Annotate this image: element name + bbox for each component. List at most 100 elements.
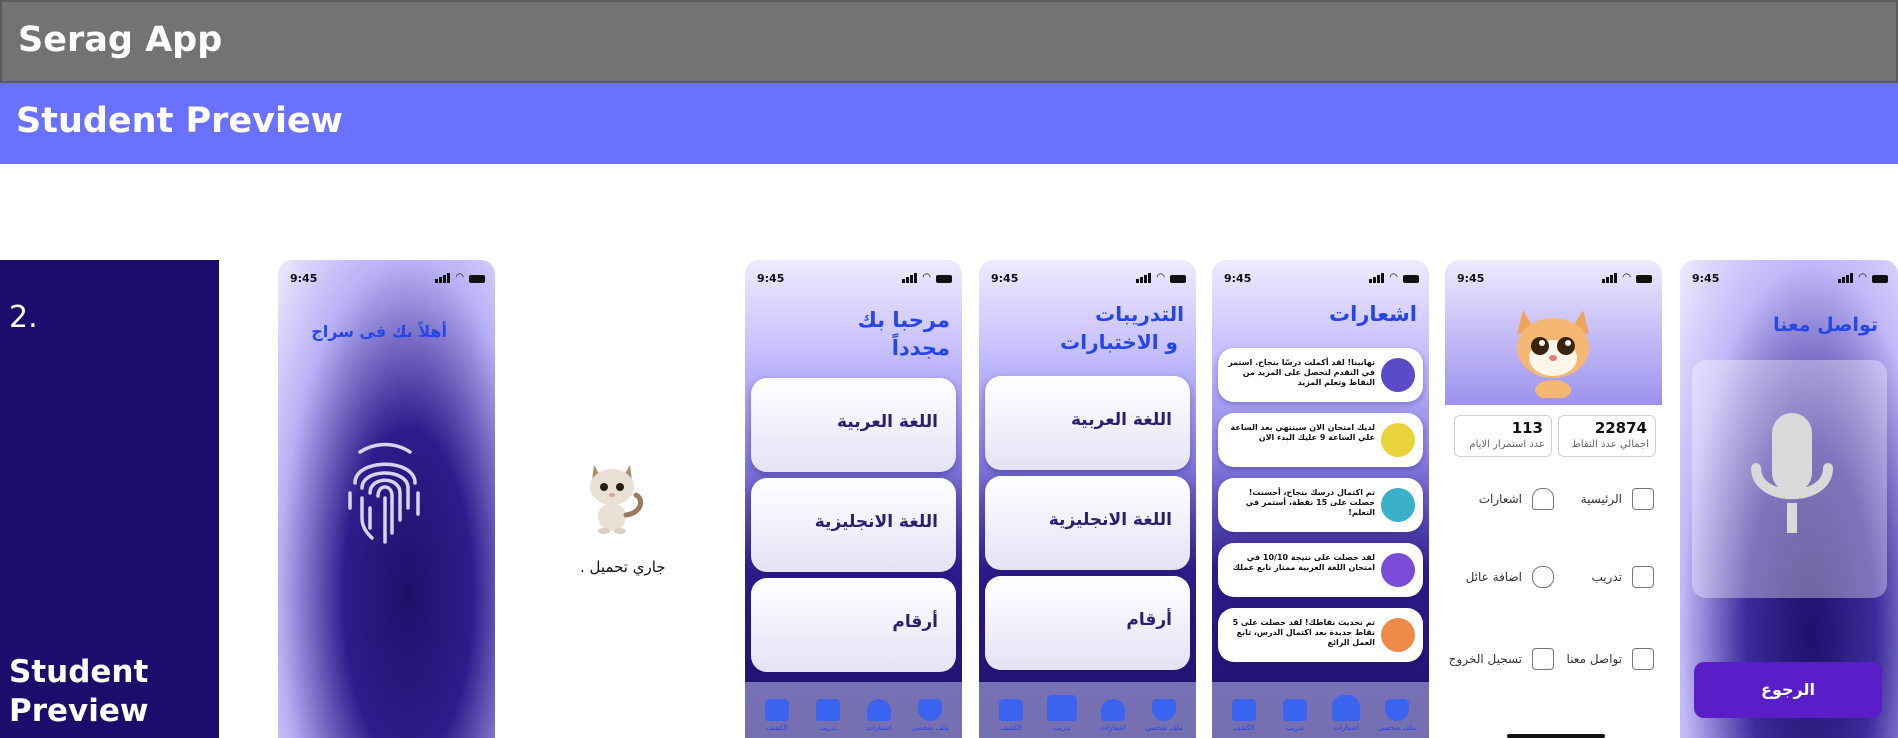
training-title-line1: التدريبات (1095, 302, 1184, 326)
notification-item[interactable]: تم اكتمال درسك بنجاح، أحسنت! حصلت على 15… (1218, 478, 1423, 532)
card-numbers[interactable]: أرقام (751, 578, 956, 672)
battery-icon (1872, 275, 1888, 283)
signal-icon (1136, 273, 1152, 283)
screen-welcome: 9:45 ◠ أهلاً بك فى سراج (278, 260, 495, 738)
notification-item[interactable]: لديك امتحان الان سينتهي بعد الساعة علي ا… (1218, 413, 1423, 467)
nav-explore[interactable]: الكشف (1224, 699, 1264, 732)
streak-stat: 113 عدد استمرار الايام (1454, 415, 1552, 457)
fingerprint-icon[interactable] (340, 438, 430, 548)
section-title: Student Preview (16, 101, 344, 141)
status-bar: 9:45 ◠ (1212, 260, 1429, 294)
status-time: 9:45 (1457, 272, 1485, 285)
card-label: أرقام (892, 612, 938, 632)
nav-training[interactable]: تدريب (1042, 695, 1082, 732)
card-label: أرقام (1126, 610, 1172, 630)
nav-label: اشعارات (1333, 724, 1359, 732)
back-label: الرجوع (1761, 680, 1815, 699)
status-time: 9:45 (1224, 272, 1252, 285)
nav-label: الكشف (1233, 724, 1255, 732)
nav-explore[interactable]: الكشف (991, 699, 1031, 732)
book-icon (816, 699, 840, 721)
nav-label: الكشف (1000, 724, 1022, 732)
nav-notifications[interactable]: اشعارات (859, 699, 899, 732)
status-icons: ◠ (1602, 272, 1652, 283)
notification-item[interactable]: لقد حصلت على نتيجة 10/10 في امتحان اللغة… (1218, 543, 1423, 597)
wifi-icon: ◠ (455, 272, 464, 283)
card-label: اللغة العربية (837, 412, 938, 432)
nav-label: ملف شخصي (1378, 724, 1416, 732)
nav-explore[interactable]: الكشف (757, 699, 797, 732)
nav-notifications[interactable]: اشعارات (1326, 695, 1366, 732)
nav-profile[interactable]: ملف شخصي (910, 699, 950, 732)
app-root: Serag App Student Preview 2. Student Pre… (0, 0, 1898, 738)
menu-contact[interactable]: تواصل معنا (1567, 652, 1622, 666)
book-icon[interactable] (1632, 566, 1654, 588)
home-icon (765, 699, 789, 721)
nav-profile[interactable]: ملف شخصي (1144, 699, 1184, 732)
tiger-mascot-icon (1517, 310, 1589, 398)
contact-title: تواصل معنا (1773, 314, 1878, 336)
back-button[interactable]: الرجوع (1694, 662, 1882, 718)
card-numbers[interactable]: أرقام (985, 576, 1190, 670)
signal-icon (435, 273, 451, 283)
points-stat: 22874 اجمالي عدد النقاط (1558, 415, 1656, 457)
nav-label: ملف شخصي (911, 724, 949, 732)
panel-caption: Student Preview (9, 654, 149, 729)
card-english[interactable]: اللغة الانجليزية (751, 478, 956, 572)
avatar (1381, 488, 1415, 522)
section-header: Student Preview (0, 83, 1898, 164)
signal-icon (1602, 273, 1618, 283)
notification-text: تم اكتمال درسك بنجاح، أحسنت! حصلت على 15… (1245, 488, 1375, 517)
nav-label: تدريب (819, 724, 837, 732)
home-icon[interactable] (1632, 488, 1654, 510)
avatar (1381, 618, 1415, 652)
menu-home[interactable]: الرئيسية (1581, 492, 1622, 506)
menu-logout[interactable]: تسجيل الخروج (1449, 652, 1522, 666)
book-icon (1047, 695, 1077, 721)
wifi-icon: ◠ (1858, 272, 1867, 283)
add-user-icon[interactable] (1532, 566, 1554, 588)
logout-icon[interactable] (1532, 648, 1554, 670)
menu-notifications[interactable]: اشعارات (1479, 492, 1522, 506)
card-arabic[interactable]: اللغة العربية (751, 378, 956, 472)
bottom-nav: الكشف تدريب اشعارات ملف شخصي (979, 682, 1196, 738)
status-icons: ◠ (1136, 272, 1186, 283)
battery-icon (1403, 275, 1419, 283)
battery-icon (1170, 275, 1186, 283)
microphone-icon (1751, 413, 1833, 533)
loading-text: جاري تحميل . (580, 558, 666, 576)
nav-label: تدريب (1053, 724, 1071, 732)
nav-label: اشعارات (866, 724, 892, 732)
notification-text: تهانينا! لقد أكملت درسًا بنجاح. استمر في… (1228, 358, 1375, 387)
home-title-line2: مجدداً (891, 336, 950, 360)
notification-item[interactable]: تم تحديث نقاطك! لقد حصلت على 5 نقاط جديد… (1218, 608, 1423, 662)
screen-contact: 9:45 ◠ تواصل معنا الرجوع (1680, 260, 1898, 738)
notification-text: تم تحديث نقاطك! لقد حصلت على 5 نقاط جديد… (1232, 618, 1375, 647)
screen-loading: جاري تحميل . (525, 260, 710, 738)
screen-training: 9:45 ◠ التدريبات و الاختبارات اللغة العر… (979, 260, 1196, 738)
nav-training[interactable]: تدريب (1275, 699, 1315, 732)
card-arabic[interactable]: اللغة العربية (985, 376, 1190, 470)
screen-notifications: 9:45 ◠ اشعارات تهانينا! لقد أكملت درسًا … (1212, 260, 1429, 738)
home-indicator (1507, 734, 1605, 738)
menu-add-guardian[interactable]: اضافة عائل (1466, 570, 1522, 584)
bell-icon[interactable] (1532, 488, 1554, 510)
nav-training[interactable]: تدريب (808, 699, 848, 732)
bottom-nav: الكشف تدريب اشعارات ملف شخصي (1212, 682, 1429, 738)
streak-value: 113 (1511, 419, 1543, 437)
wifi-icon: ◠ (1622, 272, 1631, 283)
voice-card[interactable] (1692, 360, 1887, 598)
notification-item[interactable]: تهانينا! لقد أكملت درسًا بنجاح. استمر في… (1218, 348, 1423, 402)
edit-icon[interactable] (1632, 648, 1654, 670)
nav-profile[interactable]: ملف شخصي (1377, 699, 1417, 732)
nav-label: ملف شخصي (1145, 724, 1183, 732)
notifications-title: اشعارات (1329, 302, 1417, 326)
book-icon (1283, 699, 1307, 721)
card-english[interactable]: اللغة الانجليزية (985, 476, 1190, 570)
menu-training[interactable]: تدريب (1591, 570, 1622, 584)
card-label: اللغة العربية (1071, 410, 1172, 430)
battery-icon (936, 275, 952, 283)
app-title: Serag App (18, 20, 223, 60)
step-number: 2. (9, 300, 38, 335)
nav-notifications[interactable]: اشعارات (1093, 699, 1133, 732)
